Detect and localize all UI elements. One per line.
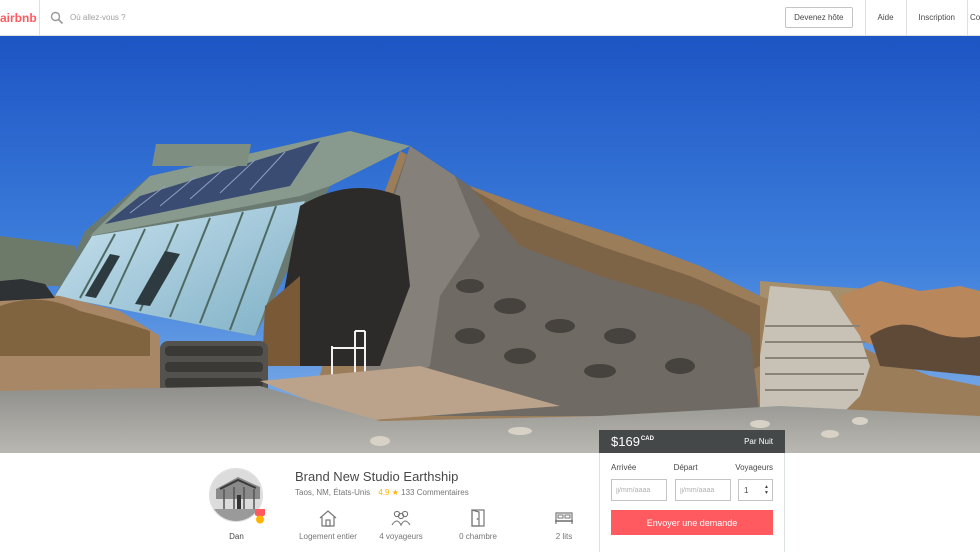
guests-value: 1 [744, 485, 749, 495]
guests-label: Voyageurs [735, 463, 773, 472]
nightly-price: $169CAD [611, 434, 654, 449]
nav-signup-link[interactable]: Inscription [907, 0, 968, 35]
price-bar: $169CAD Par Nuit [599, 430, 785, 453]
amenity-bedrooms: 0 chambre [436, 509, 520, 541]
amenity-label: Logement entier [299, 532, 357, 541]
amenity-beds: 2 lits [533, 509, 595, 541]
reviews-link[interactable]: 133 Commentaires [401, 488, 469, 497]
send-request-button[interactable]: Envoyer une demande [611, 510, 773, 535]
amenity-label: 4 voyageurs [379, 532, 423, 541]
house-icon [319, 510, 337, 527]
booking-panel: Arrivée Départ Voyageurs 1 ▲▼ Envoyer un… [599, 453, 785, 552]
departure-label: Départ [673, 463, 698, 472]
listing-rating: 4.9 [378, 488, 390, 497]
airbnb-logo[interactable]: airbnb [0, 0, 40, 35]
price-currency: CAD [640, 436, 654, 442]
nav-help-link[interactable]: Aide [866, 0, 907, 35]
host-profile[interactable]: Dan [209, 468, 265, 541]
amenity-guests: 4 voyageurs [365, 509, 437, 541]
listing-hero-photo[interactable] [0, 36, 980, 453]
listing-meta: Taos, NM, États-Unis 4.9 ★ 133 Commentai… [295, 488, 469, 497]
guests-select[interactable]: 1 ▲ ▼ [738, 479, 773, 501]
logo-text: airbnb [0, 11, 37, 25]
earthship-photo-illustration [0, 36, 980, 453]
amenity-label: 2 lits [555, 532, 573, 541]
per-night-label: Par Nuit [744, 437, 773, 446]
bed-icon [555, 512, 573, 524]
listing-location[interactable]: Taos, NM, États-Unis [295, 488, 370, 497]
select-arrows-icon: ▲ ▼ [764, 484, 769, 496]
superhost-badge-icon [255, 509, 265, 524]
host-name: Dan [229, 532, 244, 541]
host-button-container: Devenez hôte [773, 0, 866, 35]
door-icon [471, 509, 485, 527]
amenities-row: Logement entier 4 voyageurs 0 chambre 2 … [290, 509, 594, 541]
search-box[interactable] [40, 0, 773, 35]
amenity-entire-home: Logement entier [290, 509, 366, 541]
guests-icon [391, 510, 411, 527]
price-amount: $169 [611, 434, 640, 449]
listing-title: Brand New Studio Earthship [295, 469, 459, 484]
top-nav-bar: airbnb Devenez hôte Aide Inscription Con… [0, 0, 980, 36]
become-host-button[interactable]: Devenez hôte [785, 7, 853, 28]
arrival-label: Arrivée [611, 463, 637, 472]
amenity-label: 0 chambre [459, 532, 497, 541]
departure-date-input[interactable] [675, 479, 731, 501]
star-icon: ★ [391, 488, 399, 497]
nav-login-link[interactable]: Connexion [968, 0, 980, 35]
search-input[interactable] [70, 13, 270, 22]
arrival-date-input[interactable] [611, 479, 667, 501]
search-icon [50, 11, 64, 24]
